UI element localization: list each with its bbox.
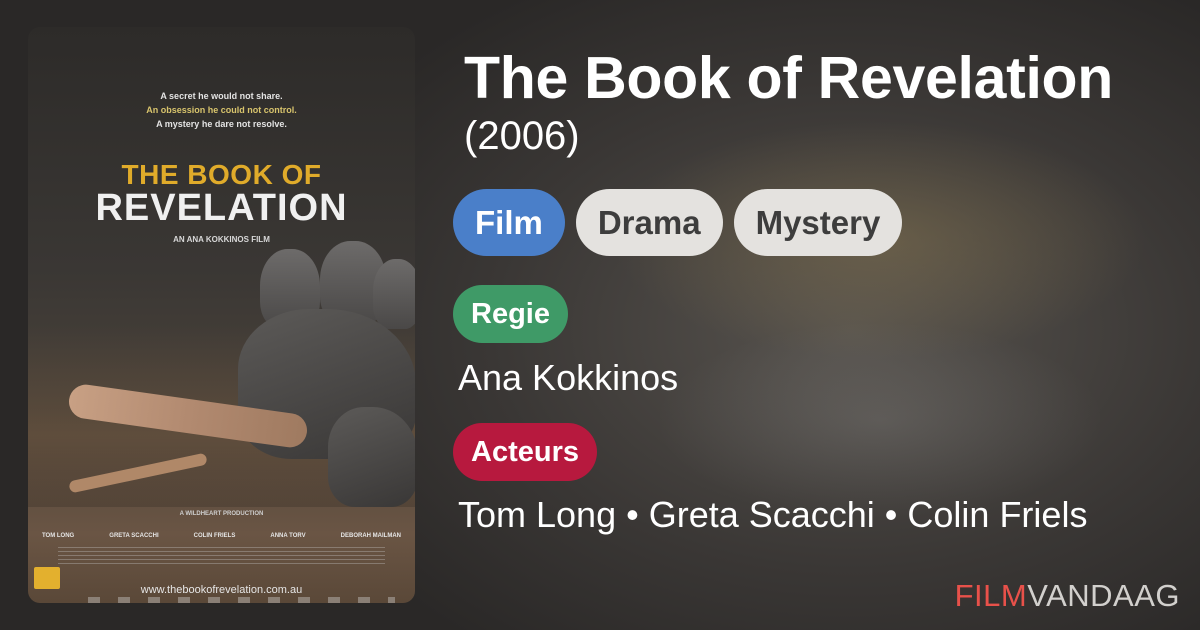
movie-title: The Book of Revelation <box>464 45 1114 111</box>
genre-chips: Film Drama Mystery <box>453 189 913 256</box>
filmvandaag-logo[interactable]: FILMVANDAAG <box>955 578 1180 614</box>
poster-tagline: A secret he would not share. An obsessio… <box>28 89 415 131</box>
poster-production: A WILDHEART PRODUCTION <box>179 511 264 517</box>
poster-tagline-3: A mystery he dare not resolve. <box>156 119 287 129</box>
actors-list[interactable]: Tom Long • Greta Scacchi • Colin Friels <box>458 489 1118 541</box>
logo-part-film: FILM <box>954 578 1028 613</box>
hooded-figure-head <box>373 259 415 329</box>
chip-film[interactable]: Film <box>453 189 565 256</box>
poster-cast-row: TOM LONG GRETA SCACCHI COLIN FRIELS ANNA… <box>42 533 401 539</box>
chip-genre-drama[interactable]: Drama <box>575 189 723 256</box>
poster-title-line-2: REVELATION <box>95 187 348 229</box>
poster-fineprint <box>58 547 385 567</box>
movie-year: (2006) <box>464 114 580 158</box>
movie-poster: A secret he would not share. An obsessio… <box>28 27 415 603</box>
chip-genre-mystery[interactable]: Mystery <box>733 189 903 256</box>
poster-tagline-2: An obsession he could not control. <box>146 105 297 115</box>
actors-label: Acteurs <box>453 423 597 481</box>
poster-sponsor-logos <box>88 597 395 603</box>
director-name[interactable]: Ana Kokkinos <box>458 352 678 404</box>
poster-website: www.thebookofrevelation.com.au <box>140 584 303 596</box>
hooded-figure-body <box>328 407 415 507</box>
poster-cast-name: ANNA TORV <box>270 533 306 539</box>
poster-cast-name: COLIN FRIELS <box>193 533 236 539</box>
poster-cast-name: DEBORAH MAILMAN <box>340 533 401 539</box>
logo-part-vandaag: VANDAAG <box>1027 578 1180 613</box>
director-label: Regie <box>453 285 568 343</box>
poster-cast-name: TOM LONG <box>42 533 75 539</box>
poster-tagline-1: A secret he would not share. <box>160 91 283 101</box>
poster-cast-name: GRETA SCACCHI <box>109 533 159 539</box>
